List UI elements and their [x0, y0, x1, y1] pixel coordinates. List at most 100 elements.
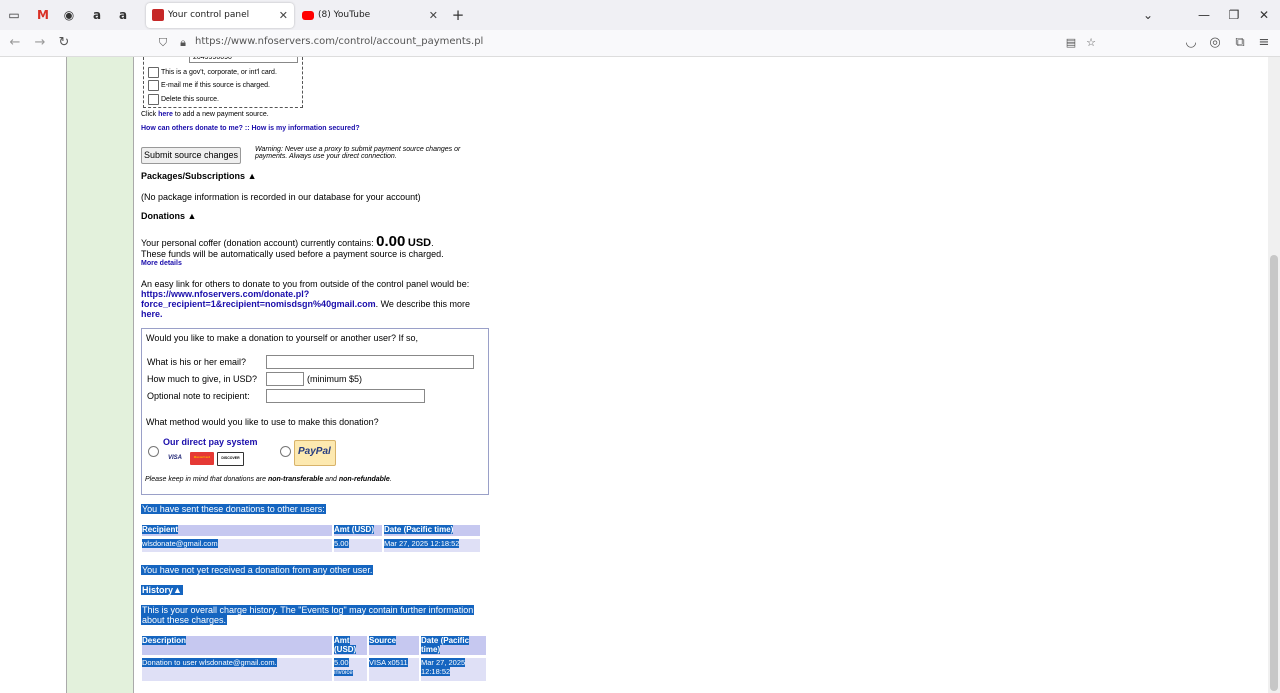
tab-youtube[interactable]: (8) YouTube ✕	[296, 3, 444, 28]
coffer-text: Your personal coffer (donation account) …	[141, 233, 434, 250]
packages-empty-text: (No package information is recorded in o…	[141, 192, 421, 202]
history-header-description: Description	[142, 636, 332, 655]
delete-source-checkbox[interactable]	[148, 94, 159, 105]
reload-icon[interactable]: ↻	[55, 34, 73, 52]
recipient-email-input[interactable]	[266, 355, 474, 369]
paypal-logo: PayPal	[294, 440, 336, 466]
sent-donations-heading: You have sent these donations to other u…	[141, 504, 326, 514]
email-charged-checkbox[interactable]	[148, 80, 159, 91]
gov-card-checkbox[interactable]	[148, 67, 159, 78]
history-header-source: Source	[369, 636, 419, 655]
youtube-favicon-icon	[302, 11, 314, 20]
history-header-date: Date (Pacific time)	[421, 636, 486, 655]
how-donate-link[interactable]: How can others donate to me?	[141, 125, 243, 132]
visa-card-icon: VISA	[167, 455, 182, 461]
more-details-link[interactable]: More details	[141, 260, 182, 267]
gov-card-label: This is a gov't, corporate, or int'l car…	[161, 69, 277, 76]
forward-arrow-icon[interactable]: →	[31, 34, 49, 52]
new-tab-icon[interactable]: +	[449, 6, 467, 24]
donation-amount-input[interactable]	[266, 372, 304, 386]
coffer-amount: 0.00	[376, 233, 406, 250]
donation-disclaimer: Please keep in mind that donations are n…	[145, 476, 392, 483]
nfo-favicon-icon	[152, 9, 164, 21]
history-cell-amount: 5.00 invoice	[334, 658, 367, 681]
delete-source-label: Delete this source.	[161, 96, 219, 103]
menu-icon[interactable]: ≡	[1255, 34, 1273, 52]
minimize-icon[interactable]: —	[1195, 6, 1213, 24]
close-tab-icon[interactable]: ✕	[279, 3, 288, 28]
browser-tab-bar: ▭ M ◉ a a Your control panel ✕ (8) YouTu…	[0, 0, 1280, 30]
shield-icon[interactable]: ⛉	[154, 34, 172, 52]
collapse-triangle-icon[interactable]: ▲	[188, 211, 197, 221]
donation-question: Would you like to make a donation to you…	[146, 333, 418, 343]
donations-heading: Donations ▲	[141, 211, 197, 221]
back-arrow-icon[interactable]: ←	[6, 34, 24, 52]
table-cell-amount: 5.00	[334, 539, 382, 552]
lock-icon[interactable]: 🔒︎	[174, 34, 192, 52]
direct-pay-label: Our direct pay system	[163, 437, 258, 447]
donation-form-box	[141, 328, 489, 495]
close-tab-icon[interactable]: ✕	[429, 3, 438, 28]
invoice-link[interactable]: invoice	[334, 670, 353, 676]
packages-heading: Packages/Subscriptions ▲	[141, 171, 257, 181]
gmail-pinned-icon[interactable]: M	[34, 6, 52, 24]
donate-url-line2[interactable]: force_recipient=1&recipient=nomisdsgn%40…	[141, 299, 376, 309]
close-window-icon[interactable]: ✕	[1255, 6, 1273, 24]
account-icon[interactable]: ◎	[1206, 34, 1224, 52]
donate-url-line2-wrap: force_recipient=1&recipient=nomisdsgn%40…	[141, 299, 470, 309]
card-number-input[interactable]: 2049990090	[189, 57, 298, 63]
method-question: What method would you like to use to mak…	[146, 417, 379, 427]
how-secured-link[interactable]: How is my information secured?	[251, 125, 359, 132]
discover-card-icon: DISCOVER	[217, 452, 244, 466]
history-header-amount: Amt (USD)	[334, 636, 367, 655]
table-header-amount: Amt (USD)	[334, 525, 382, 536]
email-charged-label: E-mail me if this source is charged.	[161, 82, 270, 89]
amount-minimum: (minimum $5)	[307, 374, 363, 384]
table-row: wlsdonate@gmail.com	[142, 539, 332, 552]
coffer-note: These funds will be automatically used b…	[141, 249, 444, 259]
help-links: How can others donate to me? :: How is m…	[141, 125, 360, 132]
scrollbar-thumb[interactable]	[1270, 255, 1278, 691]
amount-label: How much to give, in USD?	[147, 374, 258, 384]
table-header-recipient: Recipient	[142, 525, 332, 536]
left-sidebar-strip	[66, 57, 134, 693]
restore-icon[interactable]: ❐	[1225, 6, 1243, 24]
proxy-warning-line1: Warning: Never use a proxy to submit pay…	[255, 146, 461, 153]
table-cell-date: Mar 27, 2025 12:18:52	[384, 539, 480, 552]
recipient-note-input[interactable]	[266, 389, 425, 403]
bookmark-star-icon[interactable]: ☆	[1082, 34, 1100, 52]
note-label: Optional note to recipient:	[147, 391, 250, 401]
history-cell-date: Mar 27, 2025 12:18:52	[421, 658, 486, 681]
table-header-date: Date (Pacific time)	[384, 525, 480, 536]
reader-view-icon[interactable]: ▤	[1062, 34, 1080, 52]
history-intro-line1: This is your overall charge history. The…	[141, 605, 475, 615]
amazon-pinned-icon-2[interactable]: a	[114, 6, 132, 24]
pinned-site-icon[interactable]: ◉	[60, 6, 78, 24]
paypal-radio[interactable]	[280, 446, 291, 457]
page-scrollbar[interactable]	[1268, 57, 1280, 693]
add-source-here-link[interactable]: here	[158, 111, 173, 118]
submit-source-changes-button[interactable]: Submit source changes	[141, 147, 241, 164]
history-cell-source: VISA x0511	[369, 658, 419, 681]
add-source-text: Click here to add a new payment source.	[141, 111, 269, 118]
page-content: 2049990090 This is a gov't, corporate, o…	[0, 57, 1268, 693]
received-donations-text: You have not yet received a donation fro…	[141, 565, 374, 575]
url-text[interactable]: https://www.nfoservers.com/control/accou…	[195, 36, 483, 47]
collapse-triangle-icon[interactable]: ▲	[248, 171, 257, 181]
tab-list-icon[interactable]: ▭	[5, 6, 23, 24]
extensions-icon[interactable]: ⧉	[1231, 34, 1249, 52]
address-bar[interactable]: ⛉ 🔒︎ https://www.nfoservers.com/control/…	[150, 33, 1110, 53]
direct-pay-radio[interactable]	[148, 446, 159, 457]
browser-nav-bar: ← → ↻ ⛉ 🔒︎ https://www.nfoservers.com/co…	[0, 30, 1280, 57]
tab-control-panel[interactable]: Your control panel ✕	[146, 3, 294, 28]
donate-link-intro: An easy link for others to donate to you…	[141, 279, 470, 289]
donate-url-line1[interactable]: https://www.nfoservers.com/donate.pl?	[141, 289, 309, 299]
chevron-down-icon[interactable]: ⌄	[1139, 6, 1157, 24]
table-row: Donation to user wlsdonate@gmail.com.	[142, 658, 332, 681]
proxy-warning-line2: payments. Always use your direct connect…	[255, 153, 397, 160]
describe-here-link[interactable]: here.	[141, 309, 163, 319]
amazon-pinned-icon[interactable]: a	[88, 6, 106, 24]
email-label: What is his or her email?	[147, 357, 247, 367]
collapse-triangle-icon[interactable]: ▲	[173, 585, 182, 595]
pocket-icon[interactable]: ◡	[1182, 34, 1200, 52]
